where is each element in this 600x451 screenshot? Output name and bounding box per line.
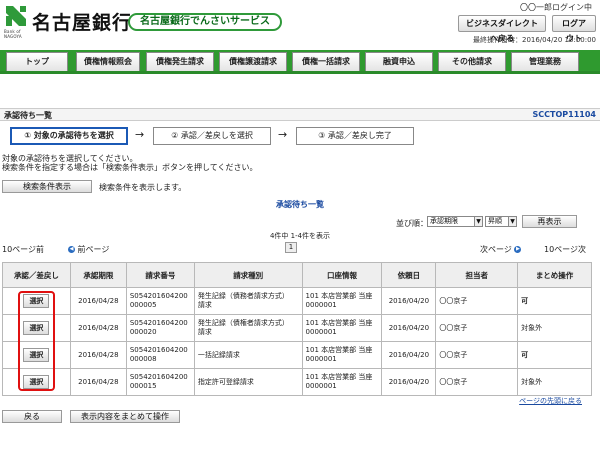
logo-subtext: Bank of NAGOYA bbox=[4, 29, 22, 39]
col-deadline: 承認期限 bbox=[69, 262, 127, 288]
page-number[interactable]: 1 bbox=[285, 242, 297, 253]
arrow-right-icon: ▶ bbox=[514, 246, 522, 253]
col-request-number: 請求番号 bbox=[125, 262, 195, 288]
screen-id: SCCTOP11104 bbox=[532, 110, 596, 119]
col-approve-reject: 承認／差戻し bbox=[2, 262, 71, 288]
back-to-top-link[interactable]: ページの先頭に戻る bbox=[519, 396, 582, 406]
show-search-button[interactable]: 検索条件表示 bbox=[2, 180, 92, 193]
search-note: 検索条件を表示します。 bbox=[99, 183, 187, 192]
tab-inquiry[interactable]: 債権情報照会 bbox=[76, 52, 140, 71]
step-arrow-icon: → bbox=[135, 128, 145, 141]
tab-loan[interactable]: 融資申込 bbox=[365, 52, 433, 71]
select-button[interactable]: 選択 bbox=[23, 375, 50, 389]
col-batch-op: まとめ操作 bbox=[517, 262, 592, 288]
col-account-info: 口座情報 bbox=[301, 262, 383, 288]
redisplay-button[interactable]: 再表示 bbox=[522, 215, 577, 228]
instructions: 対象の承認待ちを選択してください。 検索条件を指定する場合は「検索条件表示」ボタ… bbox=[2, 154, 258, 172]
step-complete: ③ 承認／差戻し完了 bbox=[296, 127, 414, 145]
title-bar: 承認待ち一覧 SCCTOP11104 bbox=[0, 108, 600, 121]
business-direct-button[interactable]: ビジネスダイレクトへ戻る bbox=[458, 15, 546, 43]
table-header-row: 承認／差戻し 承認期限 請求番号 請求種別 口座情報 依頼日 担当者 まとめ操作 bbox=[2, 262, 592, 288]
next-10-pages[interactable]: 10ページ次 bbox=[544, 244, 586, 255]
select-button[interactable]: 選択 bbox=[23, 348, 50, 362]
header: Bank of NAGOYA 名古屋銀行 名古屋銀行でんさいサービス 〇〇一郎ロ… bbox=[0, 0, 600, 44]
bank-logo-icon bbox=[6, 6, 26, 26]
prev-page-link[interactable]: ◀ 前ページ bbox=[68, 244, 109, 255]
batch-status: 対象外 bbox=[517, 368, 592, 396]
step-arrow-icon: → bbox=[278, 128, 288, 141]
list-title: 承認待ち一覧 bbox=[276, 200, 324, 209]
back-button[interactable]: 戻る bbox=[2, 410, 62, 423]
chevron-down-icon: ▼ bbox=[474, 217, 482, 226]
batch-status: 可 bbox=[517, 341, 592, 369]
batch-status: 対象外 bbox=[517, 314, 592, 342]
next-page-link[interactable]: 次ページ ▶ bbox=[480, 244, 522, 255]
main-nav: トップ 債権情報照会 債権発生請求 債権譲渡請求 債権一括請求 融資申込 その他… bbox=[0, 50, 600, 74]
table-row: 選択 2016/04/28 S054201604200 000008 一括記録請求… bbox=[2, 341, 592, 369]
arrow-left-icon: ◀ bbox=[68, 246, 75, 253]
batch-operation-button[interactable]: 表示内容をまとめて操作 bbox=[70, 410, 180, 423]
logout-button[interactable]: ログアウト bbox=[552, 15, 596, 43]
tab-bulk[interactable]: 債権一括請求 bbox=[292, 52, 360, 71]
table-row: 選択 2016/04/28 S054201604200 000020 発生記録（債… bbox=[2, 314, 592, 342]
table-row: 選択 2016/04/28 S054201604200 000015 指定許可登録… bbox=[2, 368, 592, 396]
prev-10-pages[interactable]: 10ページ前 bbox=[2, 244, 44, 255]
select-button[interactable]: 選択 bbox=[23, 294, 50, 308]
last-operation-time: 最終操作日時：2016/04/20 10:00:00 bbox=[472, 36, 596, 44]
table-row: 選択 2016/04/28 S054201604200 000005 発生記録（債… bbox=[2, 287, 592, 315]
select-button[interactable]: 選択 bbox=[23, 321, 50, 335]
user-status: 〇〇一郎ログイン中 bbox=[520, 3, 592, 12]
tab-other[interactable]: その他請求 bbox=[438, 52, 506, 71]
service-name-badge: 名古屋銀行でんさいサービス bbox=[128, 13, 282, 31]
batch-status: 可 bbox=[517, 287, 592, 315]
col-request-type: 請求種別 bbox=[193, 262, 303, 288]
tab-management[interactable]: 管理業務 bbox=[511, 52, 579, 71]
step-select-target: ① 対象の承認待ちを選択 bbox=[10, 127, 128, 145]
col-person: 担当者 bbox=[435, 262, 519, 288]
sort-order-select[interactable]: 昇順 ▼ bbox=[485, 216, 517, 227]
sort-label: 並び順： bbox=[396, 219, 428, 228]
tab-top[interactable]: トップ bbox=[6, 52, 68, 71]
chevron-down-icon: ▼ bbox=[508, 217, 516, 226]
step-approve-reject: ② 承認／差戻しを選択 bbox=[153, 127, 271, 145]
tab-issue[interactable]: 債権発生請求 bbox=[146, 52, 214, 71]
tab-transfer[interactable]: 債権譲渡請求 bbox=[219, 52, 287, 71]
col-request-date: 依頼日 bbox=[381, 262, 437, 288]
page-title: 承認待ち一覧 bbox=[4, 111, 52, 120]
sort-field-select[interactable]: 承認期限 ▼ bbox=[427, 216, 483, 227]
result-count: 4件中 1-4件を表示 bbox=[269, 232, 331, 240]
bank-name: 名古屋銀行 bbox=[32, 12, 133, 34]
pending-approval-table: 承認／差戻し 承認期限 請求番号 請求種別 口座情報 依頼日 担当者 まとめ操作… bbox=[2, 262, 592, 396]
